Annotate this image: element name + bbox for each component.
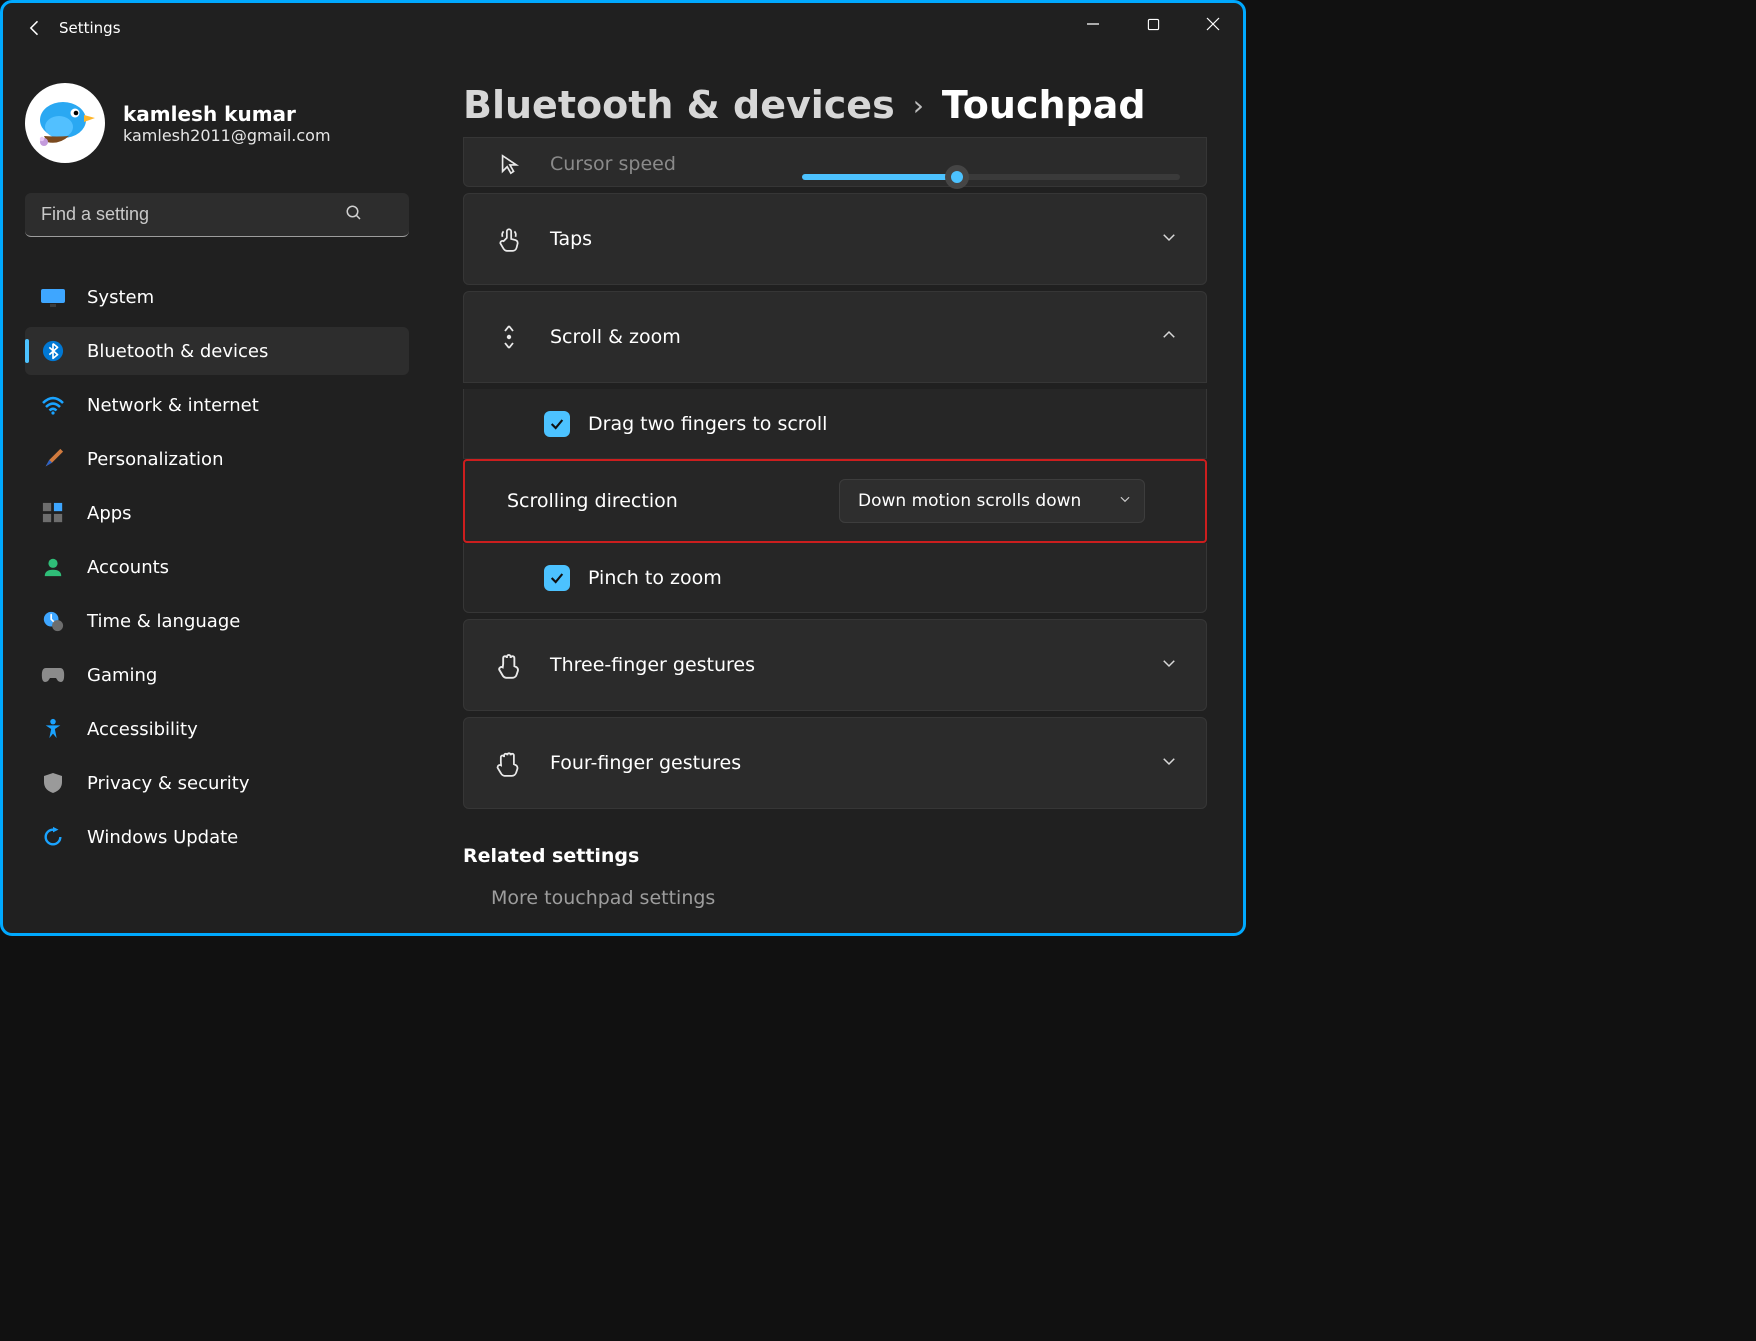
row-drag-two-fingers[interactable]: Drag two fingers to scroll xyxy=(463,389,1207,459)
profile-email: kamlesh2011@gmail.com xyxy=(123,126,331,145)
nav-accessibility[interactable]: Accessibility xyxy=(25,705,409,753)
avatar-bird-icon xyxy=(29,87,101,159)
profile-name: kamlesh kumar xyxy=(123,102,331,126)
update-icon xyxy=(41,825,65,849)
back-arrow-icon xyxy=(25,18,45,38)
minimize-icon xyxy=(1086,17,1100,31)
shield-icon xyxy=(41,771,65,795)
bluetooth-icon xyxy=(41,339,65,363)
chevron-right-icon: › xyxy=(913,89,924,122)
nav-accounts[interactable]: Accounts xyxy=(25,543,409,591)
breadcrumb-parent[interactable]: Bluetooth & devices xyxy=(463,83,895,127)
panel-scroll-zoom[interactable]: Scroll & zoom xyxy=(463,291,1207,383)
scrolling-direction-dropdown[interactable]: Down motion scrolls down xyxy=(839,479,1145,523)
row-label: Drag two fingers to scroll xyxy=(588,413,827,435)
row-scrolling-direction: Scrolling direction Down motion scrolls … xyxy=(463,459,1207,543)
nav-label: Accessibility xyxy=(87,719,198,740)
minimize-button[interactable] xyxy=(1063,3,1123,45)
panel-cursor-speed[interactable]: Cursor speed xyxy=(463,137,1207,187)
cursor-speed-slider[interactable] xyxy=(802,174,1180,180)
related-settings-heading: Related settings xyxy=(463,845,1207,867)
panels: Cursor speed Taps xyxy=(463,137,1207,809)
row-pinch-to-zoom[interactable]: Pinch to zoom xyxy=(463,543,1207,613)
slider-thumb[interactable] xyxy=(945,165,969,189)
window-controls xyxy=(1063,3,1243,45)
check-icon xyxy=(549,416,565,432)
nav-apps[interactable]: Apps xyxy=(25,489,409,537)
back-button[interactable] xyxy=(13,6,57,50)
nav-label: Bluetooth & devices xyxy=(87,341,268,362)
breadcrumb: Bluetooth & devices › Touchpad xyxy=(463,83,1207,127)
panel-title: Four-finger gestures xyxy=(550,752,741,774)
row-label: Scrolling direction xyxy=(507,490,678,512)
titlebar: Settings xyxy=(3,3,1243,53)
wifi-icon xyxy=(41,393,65,417)
close-icon xyxy=(1206,17,1220,31)
nav-personalization[interactable]: Personalization xyxy=(25,435,409,483)
chevron-down-icon xyxy=(1160,752,1178,774)
search-box xyxy=(25,193,411,237)
three-finger-icon xyxy=(492,648,526,682)
chevron-down-icon xyxy=(1160,228,1178,250)
nav-label: Time & language xyxy=(87,611,240,632)
chevron-down-icon xyxy=(1118,491,1132,511)
four-finger-icon xyxy=(492,746,526,780)
settings-window: Settings xyxy=(0,0,1246,936)
nav-privacy-security[interactable]: Privacy & security xyxy=(25,759,409,807)
maximize-icon xyxy=(1147,18,1160,31)
cursor-icon xyxy=(492,147,526,181)
nav-label: System xyxy=(87,287,154,308)
nav-label: Privacy & security xyxy=(87,773,250,794)
nav-system[interactable]: System xyxy=(25,273,409,321)
profile-block[interactable]: kamlesh kumar kamlesh2011@gmail.com xyxy=(25,83,411,163)
panel-four-finger[interactable]: Four-finger gestures xyxy=(463,717,1207,809)
paintbrush-icon xyxy=(41,447,65,471)
nav-label: Apps xyxy=(87,503,132,524)
slider-fill xyxy=(802,174,957,180)
accessibility-icon xyxy=(41,717,65,741)
close-button[interactable] xyxy=(1183,3,1243,45)
avatar xyxy=(25,83,105,163)
nav-network[interactable]: Network & internet xyxy=(25,381,409,429)
nav-windows-update[interactable]: Windows Update xyxy=(25,813,409,861)
panel-three-finger[interactable]: Three-finger gestures xyxy=(463,619,1207,711)
nav-time-language[interactable]: Time & language xyxy=(25,597,409,645)
apps-icon xyxy=(41,501,65,525)
maximize-button[interactable] xyxy=(1123,3,1183,45)
nav-label: Accounts xyxy=(87,557,169,578)
sidebar: kamlesh kumar kamlesh2011@gmail.com Syst… xyxy=(3,53,433,933)
chevron-down-icon xyxy=(1160,654,1178,676)
search-icon xyxy=(345,204,363,226)
panel-title: Taps xyxy=(550,228,592,250)
person-icon xyxy=(41,555,65,579)
nav-label: Windows Update xyxy=(87,827,238,848)
scroll-zoom-sublist: Drag two fingers to scroll Scrolling dir… xyxy=(463,389,1207,613)
checkbox-drag-two-fingers[interactable] xyxy=(544,411,570,437)
tap-icon xyxy=(492,222,526,256)
nav-label: Gaming xyxy=(87,665,157,686)
panel-title: Three-finger gestures xyxy=(550,654,755,676)
gamepad-icon xyxy=(41,663,65,687)
row-label: Pinch to zoom xyxy=(588,567,722,589)
main-content: Bluetooth & devices › Touchpad Cursor sp… xyxy=(433,53,1243,933)
panel-title: Cursor speed xyxy=(550,153,676,175)
chevron-up-icon xyxy=(1160,326,1178,348)
panel-taps[interactable]: Taps xyxy=(463,193,1207,285)
nav: System Bluetooth & devices Network & int… xyxy=(25,273,411,861)
clock-globe-icon xyxy=(41,609,65,633)
nav-label: Personalization xyxy=(87,449,223,470)
profile-text: kamlesh kumar kamlesh2011@gmail.com xyxy=(123,102,331,145)
checkbox-pinch-to-zoom[interactable] xyxy=(544,565,570,591)
nav-bluetooth-devices[interactable]: Bluetooth & devices xyxy=(25,327,409,375)
app-title: Settings xyxy=(59,19,121,37)
breadcrumb-current: Touchpad xyxy=(942,83,1146,127)
system-icon xyxy=(41,285,65,309)
nav-gaming[interactable]: Gaming xyxy=(25,651,409,699)
check-icon xyxy=(549,570,565,586)
panel-title: Scroll & zoom xyxy=(550,326,681,348)
dropdown-value: Down motion scrolls down xyxy=(858,491,1081,511)
scroll-zoom-icon xyxy=(492,320,526,354)
nav-label: Network & internet xyxy=(87,395,259,416)
more-touchpad-settings[interactable]: More touchpad settings xyxy=(463,887,1207,909)
